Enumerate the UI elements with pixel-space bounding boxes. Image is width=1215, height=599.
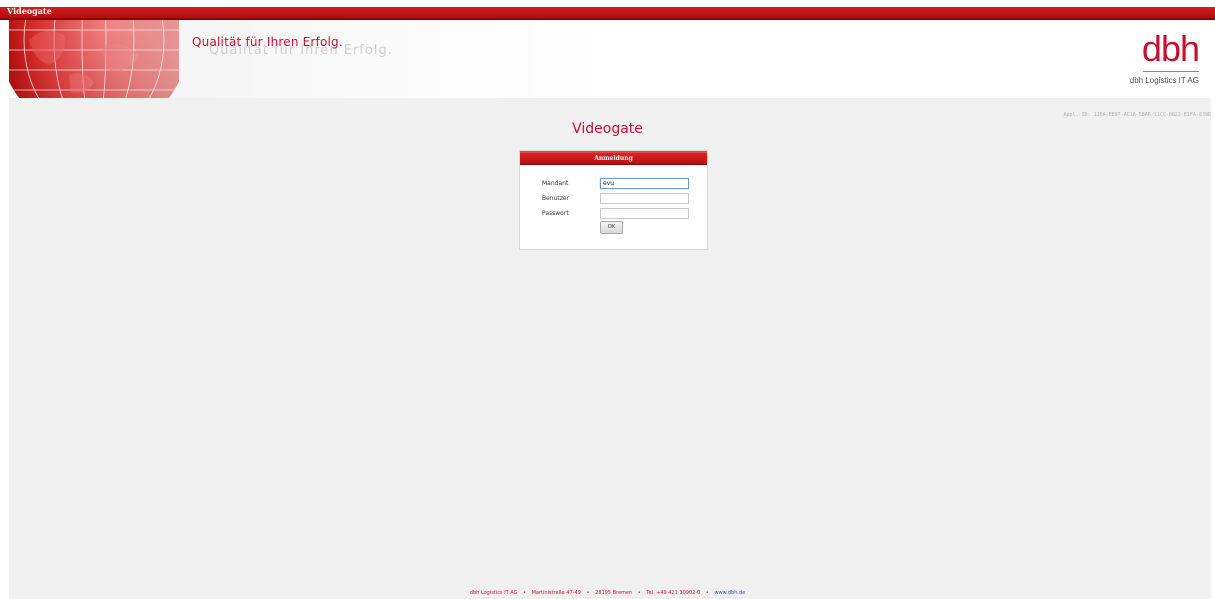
benutzer-input[interactable] bbox=[600, 192, 689, 204]
page-title: Videogate bbox=[572, 121, 643, 137]
benutzer-row: Benutzer bbox=[542, 192, 689, 204]
globe-logo-icon bbox=[9, 20, 179, 98]
mandant-input[interactable] bbox=[600, 177, 689, 189]
footer-separator: • bbox=[523, 590, 526, 596]
footer-company: dbh Logistics IT AG bbox=[469, 590, 518, 596]
window-titlebar: Videogate bbox=[0, 0, 1215, 20]
footer-separator: • bbox=[637, 590, 641, 596]
ok-button[interactable]: OK bbox=[600, 221, 623, 234]
passwort-label: Passwort bbox=[542, 209, 569, 217]
benutzer-label: Benutzer bbox=[542, 194, 570, 202]
footer-city: 28195 Bremen bbox=[595, 590, 633, 596]
window-title: Videogate bbox=[7, 6, 52, 16]
footer-separator: • bbox=[705, 590, 709, 596]
logo-divider bbox=[1143, 71, 1199, 72]
footer-phone: Tel. +49 421 30902-0 bbox=[646, 590, 701, 596]
left-border bbox=[0, 20, 9, 599]
page-header: Qualität für Ihren Erfolg. Qualität für … bbox=[9, 20, 1211, 98]
mandant-row: Mandant bbox=[542, 177, 689, 189]
footer-separator: • bbox=[586, 590, 590, 596]
titlebar-bar bbox=[0, 7, 1215, 20]
application-id: Appl.-ID: 12EA-EE97-AC1A-5BA6-11CC-0822-… bbox=[1063, 112, 1211, 118]
login-panel: Anmeldung Mandant Benutzer Passwort OK bbox=[519, 150, 708, 250]
login-panel-header: Anmeldung bbox=[520, 151, 707, 165]
footer-street: Martinistraße 47-49 bbox=[531, 590, 581, 596]
logo-company-name: dbh Logistics IT AG bbox=[1129, 76, 1199, 85]
footer-website-link[interactable]: www.dbh.de bbox=[714, 590, 745, 596]
mandant-label: Mandant bbox=[542, 179, 569, 187]
slogan: Qualität für Ihren Erfolg. bbox=[192, 35, 343, 49]
dbh-logo: dbh dbh Logistics IT AG bbox=[1121, 30, 1201, 90]
right-border bbox=[1211, 20, 1215, 599]
logo-text: dbh bbox=[1141, 28, 1200, 69]
page-footer: dbh Logistics IT AG • Martinistraße 47-4… bbox=[0, 590, 1215, 596]
passwort-input[interactable] bbox=[600, 207, 689, 219]
passwort-row: Passwort bbox=[542, 207, 689, 219]
